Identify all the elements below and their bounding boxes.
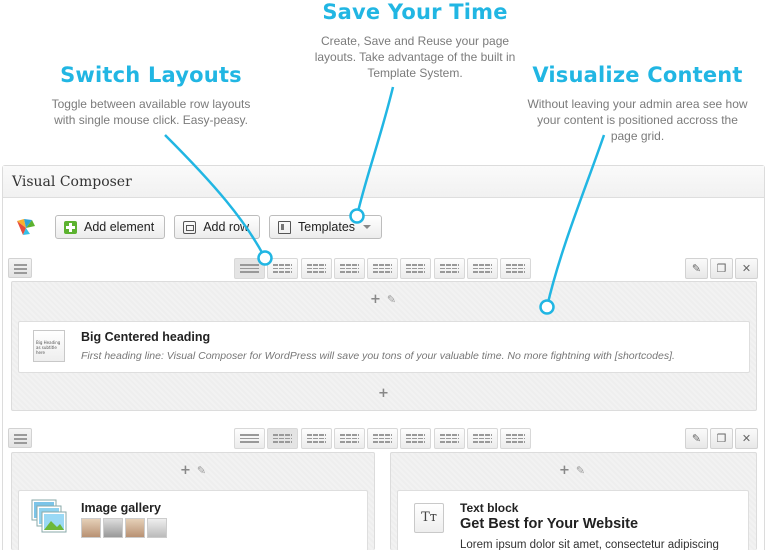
content-element-text-block[interactable]: Tт Text block Get Best for Your Website … xyxy=(397,490,749,550)
layout-switcher xyxy=(234,428,534,449)
image-gallery-icon xyxy=(31,499,67,533)
callout-line: Toggle between available row layouts xyxy=(51,97,251,111)
gallery-photo xyxy=(147,518,167,538)
row-2-column-left: + ✎ Image gallery xyxy=(11,452,375,550)
layout-option[interactable] xyxy=(300,258,332,279)
copy-icon[interactable]: ❐ xyxy=(710,258,733,279)
callout-switch-layouts: Switch Layouts Toggle between available … xyxy=(26,63,276,128)
element-title: Text block xyxy=(460,501,519,515)
layout-option[interactable] xyxy=(333,258,365,279)
add-element-label: Add element xyxy=(84,220,155,234)
layout-option[interactable] xyxy=(433,428,465,449)
layout-option[interactable] xyxy=(333,428,365,449)
close-icon[interactable]: ✕ xyxy=(735,258,758,279)
callout-line: page grid. xyxy=(610,129,665,143)
callout-title: Visualize Content xyxy=(532,63,743,87)
chevron-down-icon xyxy=(363,225,372,229)
plus-icon[interactable]: + xyxy=(378,386,389,401)
content-element-heading[interactable]: Big Heading as subtitle here Big Centered… xyxy=(18,321,750,373)
hamburger-icon[interactable] xyxy=(8,258,32,278)
template-icon xyxy=(278,220,292,234)
text-block-icon: Tт xyxy=(414,503,444,533)
layout-option[interactable] xyxy=(500,258,532,279)
row-controls: ✎ ❐ ✕ xyxy=(8,428,758,450)
add-row-button[interactable]: Add row xyxy=(174,215,261,239)
callout-line: layouts. Take advantage of the built in xyxy=(314,50,516,64)
vc-logo-icon xyxy=(17,219,35,235)
add-element-button[interactable]: Add element xyxy=(55,215,166,239)
callout-title: Switch Layouts xyxy=(60,63,242,87)
row-actions: ✎ ❐ ✕ xyxy=(683,428,758,449)
element-title: Image gallery xyxy=(81,501,161,515)
pencil-icon[interactable]: ✎ xyxy=(387,293,396,307)
row-1: + ✎ Big Heading as subtitle here Big Cent… xyxy=(11,281,757,411)
gallery-thumbnails xyxy=(81,518,167,538)
content-element-gallery[interactable]: Image gallery xyxy=(18,490,368,550)
layout-option[interactable] xyxy=(500,428,532,449)
row-icon xyxy=(183,220,197,234)
callout-save-your-time: Save Your Time Create, Save and Reuse yo… xyxy=(295,0,535,81)
gallery-photo xyxy=(125,518,145,538)
gallery-photo xyxy=(81,518,101,538)
close-icon[interactable]: ✕ xyxy=(735,428,758,449)
layout-option[interactable] xyxy=(400,428,432,449)
column-add-controls: + ✎ xyxy=(370,292,396,307)
column-add-controls: + xyxy=(378,386,389,401)
pencil-icon[interactable]: ✎ xyxy=(197,464,206,478)
templates-dropdown[interactable]: Templates xyxy=(269,215,383,239)
pencil-icon[interactable]: ✎ xyxy=(576,464,585,478)
element-thumbnail: Big Heading as subtitle here xyxy=(33,330,65,362)
layout-option[interactable] xyxy=(467,258,499,279)
plus-icon[interactable]: + xyxy=(180,463,191,478)
callout-line: Create, Save and Reuse your page xyxy=(320,34,510,48)
layout-option[interactable] xyxy=(433,258,465,279)
row-actions: ✎ ❐ ✕ xyxy=(683,258,758,279)
plus-icon[interactable]: + xyxy=(559,463,570,478)
layout-option[interactable] xyxy=(367,258,399,279)
plus-icon[interactable]: + xyxy=(370,292,381,307)
callout-title: Save Your Time xyxy=(322,0,508,24)
callout-line: your content is positioned accross the xyxy=(537,113,738,127)
layout-switcher xyxy=(234,258,534,279)
plus-icon xyxy=(64,220,77,234)
callout-line: Template System. xyxy=(367,66,463,80)
text-block-body: Lorem ipsum dolor sit amet, consectetur … xyxy=(460,539,719,550)
text-block-heading: Get Best for Your Website xyxy=(460,516,639,532)
layout-option[interactable] xyxy=(467,428,499,449)
thumb-line: as subtitle here xyxy=(36,345,57,355)
pencil-icon[interactable]: ✎ xyxy=(685,258,708,279)
pencil-icon[interactable]: ✎ xyxy=(685,428,708,449)
layout-option[interactable] xyxy=(400,258,432,279)
copy-icon[interactable]: ❐ xyxy=(710,428,733,449)
composer-toolbar: Add element Add row Templates xyxy=(15,214,391,240)
layout-option[interactable] xyxy=(367,428,399,449)
callout-text: Without leaving your admin area see how … xyxy=(510,96,765,144)
add-row-label: Add row xyxy=(203,220,250,234)
panel-header: Visual Composer xyxy=(3,166,764,198)
callout-visualize-content: Visualize Content Without leaving your a… xyxy=(510,63,765,144)
gallery-photo xyxy=(103,518,123,538)
hamburger-icon[interactable] xyxy=(8,428,32,448)
layout-option[interactable] xyxy=(300,428,332,449)
layout-option[interactable] xyxy=(267,258,299,279)
callout-line: with single mouse click. Easy-peasy. xyxy=(54,113,248,127)
row-controls: ✎ ❐ ✕ xyxy=(8,258,758,280)
layout-option[interactable] xyxy=(234,258,265,279)
callout-text: Toggle between available row layouts wit… xyxy=(26,96,276,128)
element-description: First heading line: Visual Composer for … xyxy=(81,350,675,362)
column-add-controls: + ✎ xyxy=(559,463,585,478)
layout-option[interactable] xyxy=(234,428,265,449)
panel-title: Visual Composer xyxy=(12,174,132,190)
column-add-controls: + ✎ xyxy=(180,463,206,478)
element-title: Big Centered heading xyxy=(81,330,211,344)
row-2-column-right: + ✎ Tт Text block Get Best for Your Webs… xyxy=(390,452,757,550)
callout-text: Create, Save and Reuse your page layouts… xyxy=(295,33,535,81)
templates-label: Templates xyxy=(298,220,356,234)
callout-line: Without leaving your admin area see how xyxy=(527,97,748,111)
layout-option[interactable] xyxy=(267,428,299,449)
